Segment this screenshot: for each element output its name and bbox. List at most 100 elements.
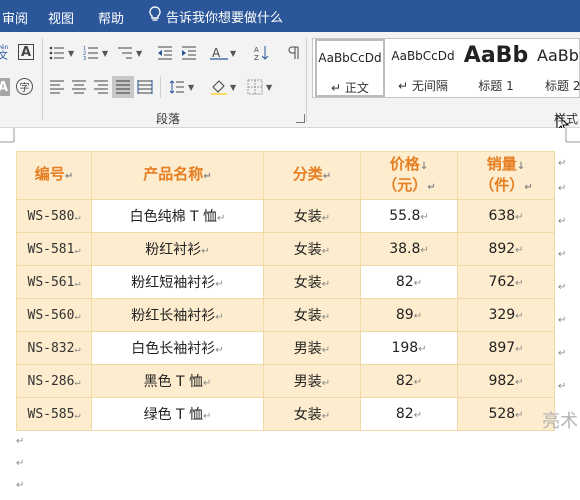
phonetic-guide-icon[interactable]: wén文 bbox=[0, 42, 14, 60]
align-right-icon[interactable] bbox=[92, 78, 110, 96]
end-of-row-mark: ↵ bbox=[558, 282, 567, 293]
cell-sales[interactable]: 762↵ bbox=[457, 265, 555, 299]
cell-code[interactable]: NS-286↵ bbox=[16, 364, 92, 398]
enclose-characters-icon[interactable]: 字 bbox=[16, 78, 33, 95]
cell-product[interactable]: 粉红衬衫↵ bbox=[91, 232, 264, 266]
product-table: 编号↵ 产品名称↵ 分类↵ 价格↓ （元）↵ 销量↓ （件）↵ WS-580↵ 白色… bbox=[16, 151, 555, 431]
cell-price[interactable]: 82↵ bbox=[360, 364, 458, 398]
cell-product[interactable]: 白色长袖衬衫↵ bbox=[91, 331, 264, 365]
table-row: WS-561↵ 粉红短袖衬衫↵ 女装↵ 82↵ 762↵ bbox=[16, 265, 555, 299]
cell-code[interactable]: NS-832↵ bbox=[16, 331, 92, 365]
character-shading-icon[interactable]: A bbox=[0, 78, 10, 96]
cell-price[interactable]: 38.8↵ bbox=[360, 232, 458, 266]
cell-product[interactable]: 黑色 T 恤↵ bbox=[91, 364, 264, 398]
cell-category[interactable]: 女装↵ bbox=[263, 199, 361, 233]
cell-product[interactable]: 绿色 T 恤↵ bbox=[91, 397, 264, 431]
cell-price[interactable]: 82↵ bbox=[360, 265, 458, 299]
borders-icon[interactable] bbox=[246, 78, 264, 96]
table-row: WS-581↵ 粉红衬衫↵ 女装↵ 38.8↵ 892↵ bbox=[16, 232, 555, 266]
chinese-layout-caret[interactable]: ▼ bbox=[230, 49, 236, 58]
numbering-icon[interactable]: 123 bbox=[82, 44, 100, 62]
end-of-row-mark: ↵ bbox=[558, 348, 567, 359]
borders-caret[interactable]: ▼ bbox=[266, 83, 272, 92]
cell-code[interactable]: WS-585↵ bbox=[16, 397, 92, 431]
style-name: ↵ 无间隔 bbox=[398, 79, 448, 93]
cell-sales[interactable]: 638↵ bbox=[457, 199, 555, 233]
page-corner-mark bbox=[0, 128, 580, 150]
style-heading-1[interactable]: AaBb 标题 1 bbox=[461, 39, 531, 97]
table-row: NS-286↵ 黑色 T 恤↵ 男装↵ 82↵ 982↵ bbox=[16, 364, 555, 398]
paragraph-dialog-launcher[interactable] bbox=[296, 114, 305, 123]
watermark-text: 亮术 bbox=[542, 411, 578, 432]
cell-category[interactable]: 女装↵ bbox=[263, 265, 361, 299]
cell-price[interactable]: 82↵ bbox=[360, 397, 458, 431]
cell-category[interactable]: 男装↵ bbox=[263, 364, 361, 398]
cell-category[interactable]: 女装↵ bbox=[263, 397, 361, 431]
tell-me-box[interactable]: 告诉我你想要做什么 bbox=[148, 6, 283, 26]
svg-text:Z: Z bbox=[254, 54, 259, 61]
distributed-align-icon[interactable] bbox=[136, 78, 154, 96]
increase-indent-icon[interactable] bbox=[180, 44, 198, 62]
bullets-dropdown-caret[interactable]: ▼ bbox=[68, 49, 74, 58]
cell-category[interactable]: 男装↵ bbox=[263, 331, 361, 365]
style-preview: AaBbCcDd bbox=[391, 49, 455, 63]
show-formatting-marks-icon[interactable] bbox=[284, 44, 302, 62]
cell-sales[interactable]: 982↵ bbox=[457, 364, 555, 398]
group-separator bbox=[160, 76, 161, 98]
table-row: WS-585↵ 绿色 T 恤↵ 女装↵ 82↵ 528↵ bbox=[16, 397, 555, 431]
cell-price[interactable]: 55.8↵ bbox=[360, 199, 458, 233]
styles-group-label: 样式 bbox=[554, 112, 579, 126]
header-cell[interactable]: 分类↵ bbox=[263, 151, 361, 200]
cell-price[interactable]: 198↵ bbox=[360, 331, 458, 365]
cell-sales[interactable]: 892↵ bbox=[457, 232, 555, 266]
multilevel-list-icon[interactable] bbox=[116, 44, 134, 62]
table-row: NS-832↵ 白色长袖衬衫↵ 男装↵ 198↵ 897↵ bbox=[16, 331, 555, 365]
table-row: WS-580↵ 白色纯棉 T 恤↵ 女装↵ 55.8↵ 638↵ bbox=[16, 199, 555, 233]
cell-code[interactable]: WS-580↵ bbox=[16, 199, 92, 233]
header-cell[interactable]: 编号↵ bbox=[16, 151, 92, 200]
tab-view[interactable]: 视图 bbox=[48, 8, 74, 27]
end-of-row-mark: ↵ bbox=[558, 183, 567, 194]
svg-text:3: 3 bbox=[83, 56, 86, 60]
cell-code[interactable]: WS-581↵ bbox=[16, 232, 92, 266]
sort-icon[interactable]: AZ bbox=[252, 44, 270, 62]
document-area[interactable]: 编号↵ 产品名称↵ 分类↵ 价格↓ （元）↵ 销量↓ （件）↵ WS-580↵ 白色… bbox=[0, 128, 580, 500]
shading-icon[interactable] bbox=[210, 78, 228, 96]
cell-product[interactable]: 白色纯棉 T 恤↵ bbox=[91, 199, 264, 233]
line-spacing-icon[interactable] bbox=[168, 78, 186, 96]
cell-sales[interactable]: 897↵ bbox=[457, 331, 555, 365]
character-border-icon[interactable]: A bbox=[18, 44, 34, 60]
tab-help[interactable]: 帮助 bbox=[98, 8, 124, 27]
header-cell[interactable]: 产品名称↵ bbox=[91, 151, 264, 200]
align-center-icon[interactable] bbox=[70, 78, 88, 96]
cell-code[interactable]: WS-561↵ bbox=[16, 265, 92, 299]
numbering-dropdown-caret[interactable]: ▼ bbox=[102, 49, 108, 58]
cell-category[interactable]: 女装↵ bbox=[263, 298, 361, 332]
svg-text:A: A bbox=[254, 46, 259, 54]
style-name: ↵ 正文 bbox=[331, 81, 369, 95]
decrease-indent-icon[interactable] bbox=[156, 44, 174, 62]
justify-icon[interactable] bbox=[112, 76, 134, 98]
multilevel-dropdown-caret[interactable]: ▼ bbox=[136, 49, 142, 58]
shading-caret[interactable]: ▼ bbox=[230, 83, 236, 92]
tab-review[interactable]: 审阅 bbox=[2, 8, 28, 27]
style-heading-2[interactable]: AaBb 标题 2 bbox=[533, 39, 580, 97]
cell-price[interactable]: 89↵ bbox=[360, 298, 458, 332]
cell-code[interactable]: WS-560↵ bbox=[16, 298, 92, 332]
cell-sales[interactable]: 528↵ bbox=[457, 397, 555, 431]
style-normal[interactable]: AaBbCcDd ↵ 正文 bbox=[315, 39, 385, 97]
cell-sales[interactable]: 329↵ bbox=[457, 298, 555, 332]
cell-category[interactable]: 女装↵ bbox=[263, 232, 361, 266]
header-cell[interactable]: 销量↓ （件）↵ bbox=[457, 151, 555, 200]
chinese-layout-icon[interactable]: A bbox=[210, 44, 228, 62]
line-spacing-caret[interactable]: ▼ bbox=[188, 83, 194, 92]
header-cell[interactable]: 价格↓ （元）↵ bbox=[360, 151, 458, 200]
cell-product[interactable]: 粉红长袖衬衫↵ bbox=[91, 298, 264, 332]
style-no-spacing[interactable]: AaBbCcDd ↵ 无间隔 bbox=[389, 39, 457, 97]
cell-product[interactable]: 粉红短袖衬衫↵ bbox=[91, 265, 264, 299]
word-window: 审阅 视图 帮助 告诉我你想要做什么 wén文 A A 字 ▼ 123 ▼ bbox=[0, 0, 580, 500]
bullets-icon[interactable] bbox=[48, 44, 66, 62]
align-left-icon[interactable] bbox=[48, 78, 66, 96]
lightbulb-icon bbox=[148, 6, 162, 26]
paragraph-group-label: 段落 bbox=[156, 112, 181, 126]
